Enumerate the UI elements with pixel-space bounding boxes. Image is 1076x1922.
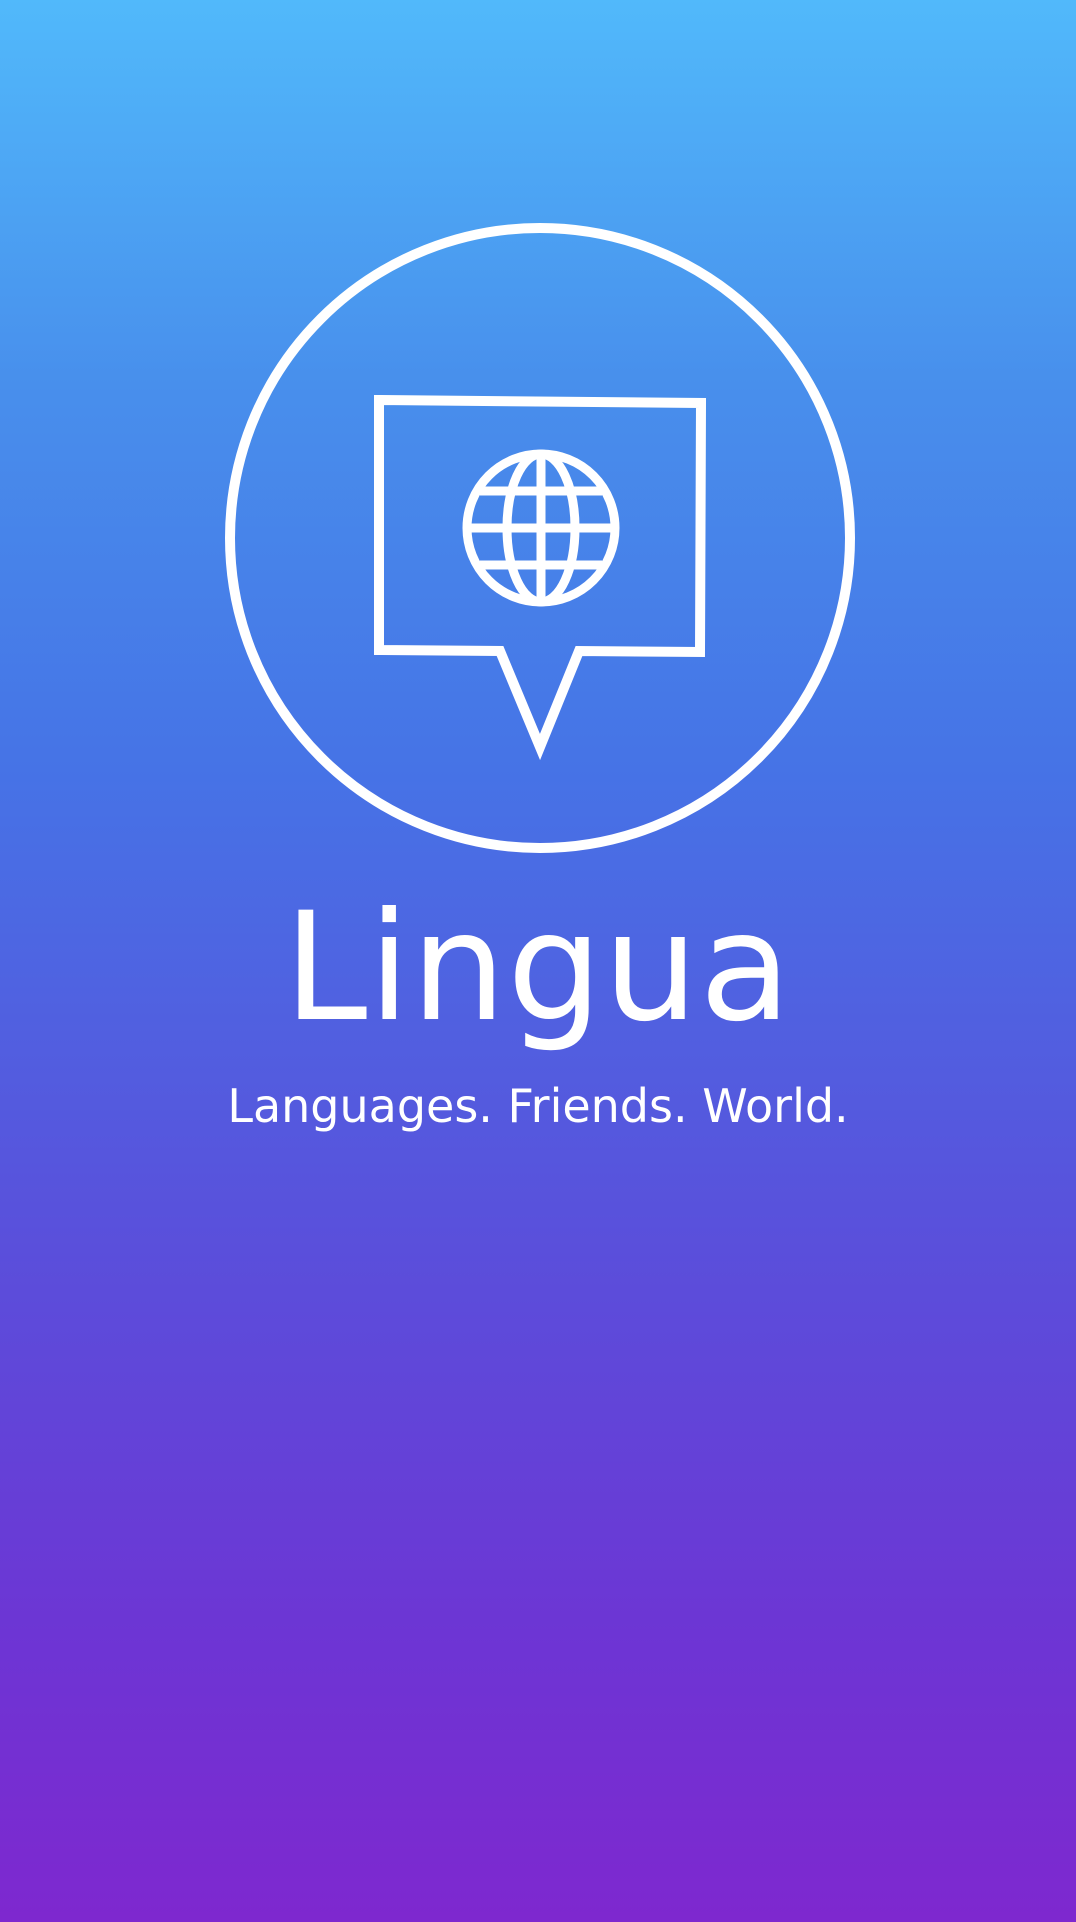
splash-screen: Lingua Languages. Friends. World. (0, 0, 1076, 1922)
app-logo (224, 222, 856, 854)
app-tagline: Languages. Friends. World. (227, 1079, 849, 1133)
globe-icon (462, 449, 620, 607)
speech-bubble-globe-icon (225, 223, 855, 853)
app-title: Lingua (283, 881, 793, 1055)
